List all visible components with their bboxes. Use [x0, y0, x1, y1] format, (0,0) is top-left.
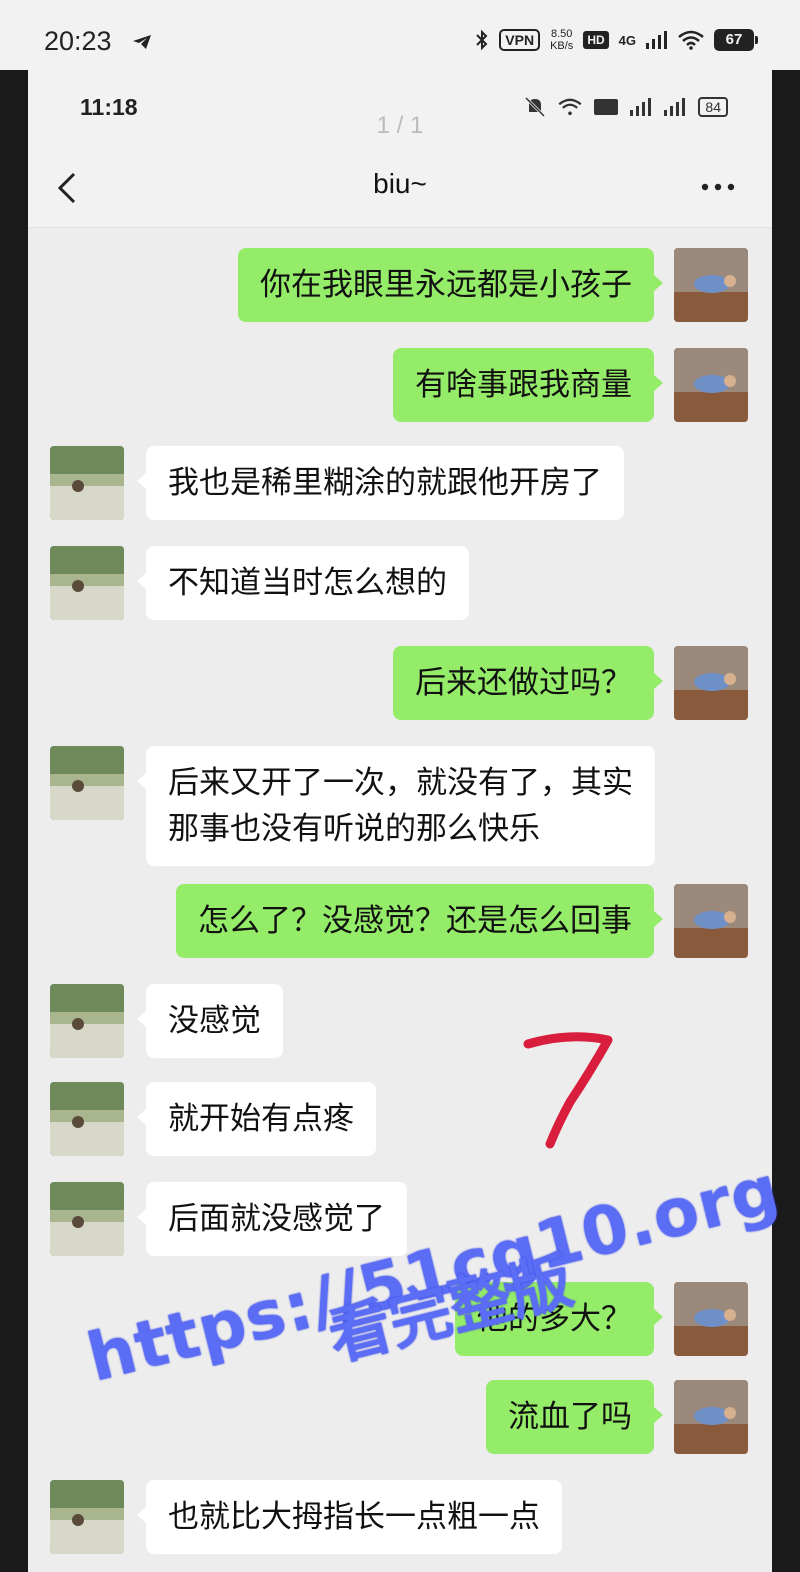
- my-avatar[interactable]: [674, 248, 748, 322]
- frame-left: [0, 70, 28, 1572]
- message-bubble[interactable]: 后来还做过吗？: [393, 646, 663, 720]
- bluetooth-icon: [476, 29, 488, 51]
- battery-indicator: 67: [714, 29, 758, 51]
- outer-clock: 20:23: [44, 26, 112, 56]
- signal-icon-2: [664, 98, 686, 116]
- inner-status-icons: 84: [524, 96, 728, 118]
- telegram-icon: [133, 35, 151, 49]
- message-bubble[interactable]: 不知道当时怎么想的: [137, 546, 469, 620]
- my-avatar[interactable]: [674, 646, 748, 720]
- message-line: 后来又开了一次，就没有了，其实: [168, 765, 633, 801]
- hd-badge: HD: [583, 31, 609, 49]
- message-bubble[interactable]: 没感觉: [137, 984, 283, 1058]
- speed-unit: KB/s: [550, 40, 574, 52]
- message-bubble[interactable]: 后面就没感觉了: [137, 1182, 407, 1256]
- hd-icon: [594, 99, 619, 115]
- network-type: 4G: [618, 32, 636, 48]
- outer-status-icons: VPN 8.50 KB/s HD 4G 67: [475, 28, 758, 52]
- inner-battery: 84: [698, 97, 728, 117]
- more-options-icon[interactable]: [698, 172, 738, 202]
- mute-bell-icon: [525, 96, 546, 118]
- contact-avatar[interactable]: [50, 746, 124, 820]
- outer-status-bar: 20:23 VPN 8.50 KB/s HD 4G 67: [0, 0, 800, 70]
- message-line: 那事也没有听说的那么快乐: [168, 811, 540, 847]
- message-bubble[interactable]: 就开始有点疼: [137, 1082, 376, 1156]
- message-bubble[interactable]: 你在我眼里永远都是小孩子: [238, 248, 663, 322]
- network-speed: 8.50 KB/s: [550, 28, 573, 52]
- chat-title: biu~: [373, 168, 427, 199]
- contact-avatar[interactable]: [50, 446, 124, 520]
- inner-status-bar: 11:18 1 / 1 84: [28, 70, 772, 150]
- message-bubble[interactable]: 怎么了？没感觉？还是怎么回事: [176, 884, 663, 958]
- wifi-icon: [558, 98, 582, 116]
- contact-avatar[interactable]: [50, 1082, 124, 1156]
- signal-icon: [630, 98, 652, 116]
- message-bubble[interactable]: 我也是稀里糊涂的就跟他开房了: [137, 446, 624, 520]
- message-bubble[interactable]: 也就比大拇指长一点粗一点: [137, 1480, 562, 1554]
- my-avatar[interactable]: [674, 1380, 748, 1454]
- contact-avatar[interactable]: [50, 984, 124, 1058]
- contact-avatar[interactable]: [50, 1480, 124, 1554]
- contact-avatar[interactable]: [50, 546, 124, 620]
- vpn-badge: VPN: [499, 29, 541, 51]
- message-bubble[interactable]: 流血了吗: [486, 1380, 663, 1454]
- chat-header: biu~: [28, 150, 772, 228]
- message-bubble[interactable]: 有啥事跟我商量: [393, 348, 663, 422]
- speed-value: 8.50: [550, 28, 573, 40]
- red-seven-annotation: [523, 1032, 613, 1149]
- my-avatar[interactable]: [674, 1282, 748, 1356]
- frame-right: [772, 70, 800, 1572]
- contact-avatar[interactable]: [50, 1182, 124, 1256]
- my-avatar[interactable]: [674, 884, 748, 958]
- message-bubble[interactable]: 后来又开了一次，就没有了，其实 那事也没有听说的那么快乐: [137, 746, 655, 866]
- wifi-icon: [678, 30, 704, 50]
- my-avatar[interactable]: [674, 348, 748, 422]
- signal-icon: [646, 31, 667, 49]
